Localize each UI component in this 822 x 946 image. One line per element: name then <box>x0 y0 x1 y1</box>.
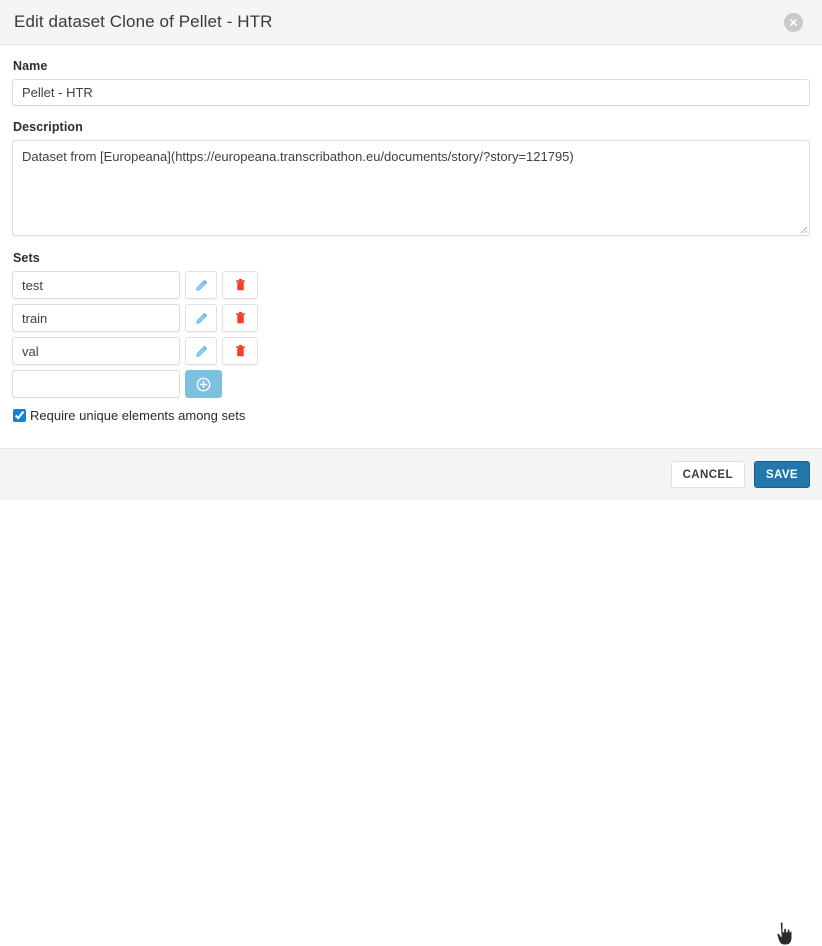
close-icon[interactable] <box>784 12 803 32</box>
description-wrapper <box>12 140 810 236</box>
sets-label: Sets <box>13 251 40 265</box>
new-set-input[interactable] <box>12 370 180 398</box>
add-set-button[interactable] <box>185 370 222 398</box>
dialog-footer: CANCEL SAVE <box>0 448 822 946</box>
dialog-title: Edit dataset Clone of Pellet - HTR <box>14 12 273 31</box>
require-unique-label[interactable]: Require unique elements among sets <box>30 408 245 423</box>
description-label: Description <box>13 120 83 134</box>
set-row <box>12 337 810 365</box>
unique-elements-row: Require unique elements among sets <box>12 408 810 423</box>
pointer-hand-cursor <box>776 922 793 946</box>
save-button[interactable]: SAVE <box>753 461 810 488</box>
set-name-input[interactable] <box>12 271 180 299</box>
set-row <box>12 304 810 332</box>
set-name-input[interactable] <box>12 337 180 365</box>
dialog-body: Name Description Sets <box>0 45 822 448</box>
delete-set-button[interactable] <box>222 304 258 332</box>
delete-set-button[interactable] <box>222 271 258 299</box>
trash-icon <box>235 344 245 357</box>
set-row <box>12 271 810 299</box>
require-unique-checkbox[interactable] <box>13 409 26 422</box>
sets-list <box>12 271 810 398</box>
trash-icon <box>235 278 245 291</box>
pencil-icon <box>195 279 207 291</box>
edit-dataset-dialog: Edit dataset Clone of Pellet - HTR Name … <box>0 0 822 946</box>
trash-icon <box>235 311 245 324</box>
delete-set-button[interactable] <box>222 337 258 365</box>
plus-circle-icon <box>196 377 211 391</box>
dialog-header: Edit dataset Clone of Pellet - HTR <box>0 0 822 45</box>
set-name-input[interactable] <box>12 304 180 332</box>
name-label: Name <box>13 59 48 73</box>
name-input[interactable] <box>12 79 810 106</box>
new-set-row <box>12 370 810 398</box>
edit-set-button[interactable] <box>185 304 217 332</box>
edit-set-button[interactable] <box>185 271 217 299</box>
pencil-icon <box>195 345 207 357</box>
description-textarea[interactable] <box>12 140 810 236</box>
edit-set-button[interactable] <box>185 337 217 365</box>
cancel-button[interactable]: CANCEL <box>670 461 745 488</box>
pencil-icon <box>195 312 207 324</box>
